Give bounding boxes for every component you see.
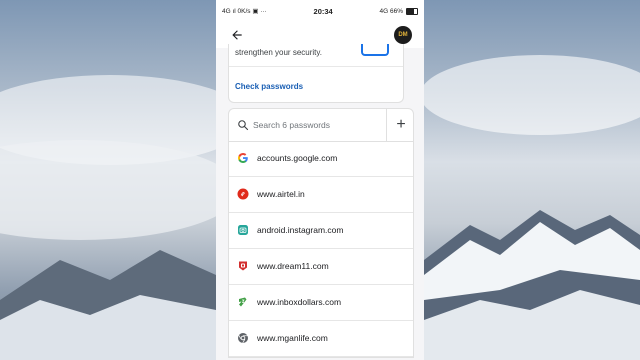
site-label: www.dream11.com	[257, 261, 329, 271]
password-row-inboxdollars[interactable]: www.inboxdollars.com	[229, 285, 413, 321]
clock: 20:34	[313, 6, 333, 16]
google-icon	[238, 153, 248, 163]
checkup-illustration	[361, 44, 389, 56]
signal-battery-text: 4G 66%	[379, 7, 403, 15]
divider	[229, 66, 403, 67]
status-right: 4G 66%	[379, 7, 418, 15]
dream11-icon	[239, 261, 247, 271]
password-row-dream11[interactable]: www.dream11.com	[229, 249, 413, 285]
site-label: www.inboxdollars.com	[257, 297, 342, 307]
checkup-description: strengthen your security.	[235, 48, 323, 57]
search-icon	[238, 120, 249, 131]
search-row: +	[229, 109, 413, 142]
password-list: accounts.google.com www.airtel.in androi…	[229, 141, 413, 357]
battery-icon	[405, 7, 418, 15]
search-input[interactable]	[253, 117, 383, 133]
site-label: www.mganlife.com	[257, 333, 328, 343]
check-passwords-link[interactable]: Check passwords	[235, 82, 303, 91]
password-row-airtel[interactable]: www.airtel.in	[229, 177, 413, 213]
site-label: android.instagram.com	[257, 225, 344, 235]
passwords-list-card: + accounts.google.com www.airtel.in	[228, 108, 414, 358]
globe-icon	[238, 333, 248, 344]
site-label: www.airtel.in	[257, 189, 305, 199]
status-bar: 4G ıl 0K/s ▣ ··· 20:34 4G 66%	[216, 0, 424, 22]
back-arrow-icon[interactable]	[230, 28, 244, 42]
add-password-button[interactable]: +	[391, 114, 411, 136]
instagram-icon	[238, 225, 248, 235]
site-label: accounts.google.com	[257, 153, 338, 163]
phone-screen: 4G ıl 0K/s ▣ ··· 20:34 4G 66% DM strengt…	[216, 0, 424, 360]
network-indicators: 4G ıl 0K/s ▣ ···	[222, 8, 267, 15]
inboxdollars-icon	[239, 297, 247, 307]
password-checkup-card: strengthen your security. Check password…	[228, 44, 404, 103]
password-row-mganlife[interactable]: www.mganlife.com	[229, 321, 413, 357]
airtel-icon	[237, 188, 249, 200]
divider	[386, 109, 387, 141]
avatar[interactable]: DM	[394, 26, 412, 44]
password-row-google[interactable]: accounts.google.com	[229, 141, 413, 177]
password-row-instagram[interactable]: android.instagram.com	[229, 213, 413, 249]
